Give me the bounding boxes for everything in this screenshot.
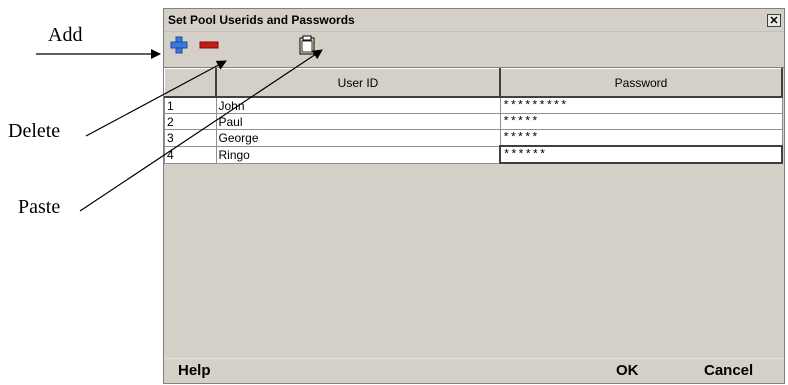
add-button[interactable] — [168, 34, 190, 56]
user-id-cell[interactable]: Ringo — [215, 145, 501, 164]
password-cell-editing[interactable]: ****** — [499, 145, 783, 164]
add-callout-label: Add — [48, 24, 83, 46]
header-row: User ID Password — [164, 68, 783, 98]
delete-callout-label: Delete — [8, 120, 61, 142]
paste-button[interactable] — [296, 34, 318, 56]
cancel-button[interactable]: Cancel — [704, 362, 753, 379]
table-row[interactable]: 1 John ********* — [164, 96, 783, 114]
paste-callout-label: Paste — [18, 196, 61, 218]
credentials-grid: User ID Password 1 John ********* 2 Paul… — [164, 67, 784, 362]
user-id-cell[interactable]: George — [215, 129, 501, 147]
close-button[interactable]: ✕ — [767, 13, 781, 27]
help-button[interactable]: Help — [178, 362, 211, 379]
row-number: 1 — [164, 96, 217, 114]
dialog-title: Set Pool Userids and Passwords — [168, 13, 355, 27]
table-row[interactable]: 4 Ringo ****** — [164, 145, 783, 164]
toolbar — [164, 32, 784, 58]
row-number: 2 — [164, 113, 217, 130]
pool-credentials-dialog: Set Pool Userids and Passwords ✕ User ID… — [163, 8, 785, 384]
clipboard-icon — [299, 35, 315, 55]
password-cell[interactable]: ********* — [499, 96, 783, 114]
table-row[interactable]: 3 George ***** — [164, 129, 783, 147]
row-number: 4 — [164, 145, 217, 164]
column-header-row-number — [164, 68, 217, 98]
delete-button[interactable] — [198, 34, 220, 56]
title-bar: Set Pool Userids and Passwords ✕ — [164, 9, 784, 32]
button-bar: Help OK Cancel — [164, 358, 784, 383]
column-header-user-id[interactable]: User ID — [215, 68, 501, 98]
password-cell[interactable]: ***** — [499, 129, 783, 147]
ok-button[interactable]: OK — [616, 362, 639, 379]
table-row[interactable]: 2 Paul ***** — [164, 113, 783, 130]
minus-icon — [199, 41, 219, 49]
column-header-password[interactable]: Password — [499, 68, 783, 98]
password-cell[interactable]: ***** — [499, 113, 783, 130]
user-id-cell[interactable]: John — [215, 96, 501, 114]
credentials-table: User ID Password 1 John ********* 2 Paul… — [164, 68, 783, 164]
plus-icon — [170, 36, 188, 54]
row-number: 3 — [164, 129, 217, 147]
user-id-cell[interactable]: Paul — [215, 113, 501, 130]
